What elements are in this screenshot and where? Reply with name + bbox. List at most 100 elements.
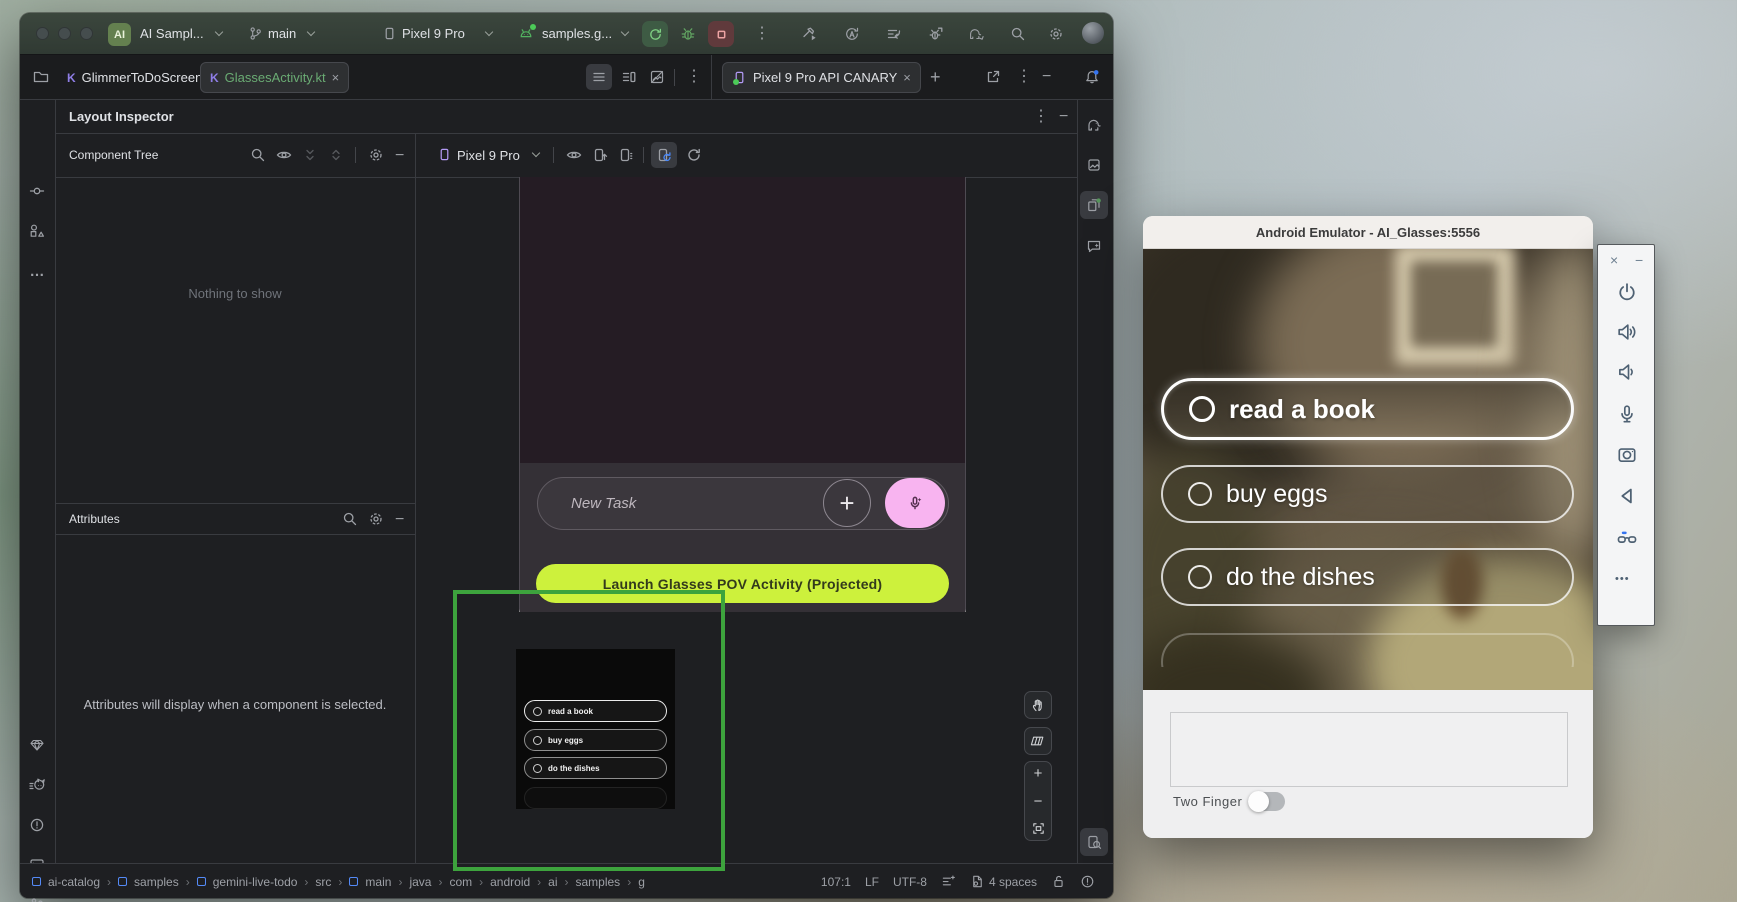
line-separator[interactable]: LF	[865, 875, 879, 889]
view-list-icon[interactable]	[586, 64, 612, 90]
radio-icon[interactable]	[1188, 565, 1212, 589]
view-preview-off-icon[interactable]	[644, 64, 670, 90]
camera-icon[interactable]	[1616, 443, 1638, 465]
hide-attributes-icon[interactable]: −	[395, 512, 404, 528]
microphone-icon[interactable]	[1616, 403, 1638, 425]
hide-device-panel-icon[interactable]: −	[1042, 69, 1051, 85]
back-icon[interactable]	[1616, 485, 1638, 507]
device-panel-kebab-icon[interactable]: ⋮	[1016, 69, 1032, 85]
branch-selector[interactable]: main	[268, 26, 296, 41]
rerun-button[interactable]	[642, 21, 668, 47]
todo-item[interactable]: do the dishes	[1161, 548, 1574, 606]
hide-panel-icon[interactable]: −	[1059, 109, 1068, 125]
expand-all-icon[interactable]	[297, 142, 323, 168]
file-encoding[interactable]: UTF-8	[893, 875, 927, 889]
layout-inspector-tool-icon[interactable]	[1080, 828, 1108, 856]
indent-style-icon[interactable]	[941, 874, 956, 889]
divider	[415, 133, 416, 863]
device-selector[interactable]: Pixel 9 Pro	[402, 26, 465, 41]
add-device-icon[interactable]: +	[930, 68, 941, 86]
notifications-bell-icon[interactable]	[1078, 63, 1106, 91]
commit-tool-icon[interactable]	[23, 177, 51, 205]
debug-button[interactable]	[680, 26, 696, 42]
touchpad-area[interactable]	[1170, 712, 1568, 787]
toggle-overlay-eye-icon[interactable]	[561, 142, 587, 168]
apply-code-changes-icon[interactable]	[886, 26, 902, 42]
two-finger-toggle[interactable]	[1248, 792, 1285, 811]
event-log-alert-icon[interactable]	[1080, 874, 1095, 889]
lock-open-icon[interactable]	[1051, 874, 1066, 889]
stop-button[interactable]	[708, 21, 734, 47]
volume-down-icon[interactable]	[1616, 361, 1638, 383]
radio-icon[interactable]	[1189, 396, 1215, 422]
left-tool-strip: …	[20, 100, 55, 863]
search-everywhere-icon[interactable]	[1010, 26, 1026, 42]
smart-glasses-icon[interactable]	[1616, 527, 1638, 549]
gemini-chat-icon[interactable]	[1080, 232, 1108, 260]
attributes-search-icon[interactable]	[337, 506, 363, 532]
gradle-sync-icon[interactable]	[968, 26, 984, 42]
voice-input-button[interactable]	[885, 478, 945, 528]
snapshot-list-icon[interactable]	[613, 142, 639, 168]
running-devices-tool-icon[interactable]	[1080, 191, 1108, 219]
collapse-all-icon[interactable]	[323, 142, 349, 168]
toggle-3d-view-icon[interactable]	[1024, 727, 1052, 755]
add-task-button[interactable]: +	[823, 479, 871, 527]
indent-widget[interactable]: 4 spaces	[970, 874, 1037, 889]
build-run-icon[interactable]	[802, 26, 818, 42]
user-avatar[interactable]	[1082, 22, 1104, 44]
emulator-titlebar[interactable]: Android Emulator - AI_Glasses:5556	[1143, 216, 1593, 249]
gradle-tool-icon[interactable]	[1080, 111, 1108, 139]
editor-tab-label: GlimmerToDoScreen.kt	[82, 70, 216, 85]
hide-tree-icon[interactable]: −	[395, 148, 404, 164]
logcat-icon[interactable]	[23, 771, 51, 799]
more-tools-icon[interactable]: …	[23, 257, 51, 285]
zoom-out-icon[interactable]: −	[1034, 794, 1043, 809]
close-window-icon[interactable]	[36, 27, 49, 40]
run-more-kebab-icon[interactable]: ⋮	[754, 26, 770, 42]
apply-changes-icon[interactable]	[844, 26, 860, 42]
settings-gear-icon[interactable]	[1048, 26, 1064, 42]
todo-item[interactable]: buy eggs	[1161, 465, 1574, 523]
device-explorer-icon[interactable]	[1080, 151, 1108, 179]
project-folder-icon[interactable]	[28, 64, 54, 90]
open-in-window-icon[interactable]	[980, 64, 1006, 90]
caret-position[interactable]: 107:1	[821, 875, 851, 889]
chevron-down-icon	[621, 28, 629, 36]
panel-close-icon[interactable]: ×	[1610, 253, 1618, 267]
close-tab-icon[interactable]: ×	[332, 71, 340, 84]
run-configuration-selector[interactable]: samples.g...	[542, 26, 612, 41]
editor-options-kebab-icon[interactable]: ⋮	[686, 69, 702, 85]
attach-debugger-icon[interactable]	[928, 26, 944, 42]
refresh-icon[interactable]	[681, 142, 707, 168]
minimize-window-icon[interactable]	[58, 27, 71, 40]
running-device-tab[interactable]: Pixel 9 Pro API CANARY ×	[722, 62, 921, 93]
panel-minimize-icon[interactable]: −	[1635, 253, 1643, 267]
phone-screen-render[interactable]: New Task + Launch Glasses POV Activity (…	[519, 177, 966, 612]
export-snapshot-icon[interactable]	[587, 142, 613, 168]
todo-item-selected[interactable]: read a book	[1161, 378, 1574, 440]
radio-icon[interactable]	[1188, 482, 1212, 506]
inspector-device-picker[interactable]: Pixel 9 Pro	[457, 148, 520, 163]
project-selector[interactable]: AI Sampl...	[140, 26, 204, 41]
zoom-fit-icon[interactable]	[1031, 821, 1046, 836]
tree-settings-gear-icon[interactable]	[363, 142, 389, 168]
editor-tab-glassesactivity[interactable]: K GlassesActivity.kt ×	[200, 62, 349, 93]
tree-visibility-icon[interactable]	[271, 142, 297, 168]
pan-hand-icon[interactable]	[1024, 691, 1052, 719]
panel-options-kebab-icon[interactable]: ⋮	[1033, 109, 1049, 125]
app-insights-gem-icon[interactable]	[23, 731, 51, 759]
volume-up-icon[interactable]	[1616, 321, 1638, 343]
zoom-in-icon[interactable]: +	[1034, 766, 1043, 781]
attributes-gear-icon[interactable]	[363, 506, 389, 532]
live-updates-icon[interactable]	[651, 142, 677, 168]
problems-icon[interactable]	[23, 811, 51, 839]
close-device-tab-icon[interactable]: ×	[903, 71, 911, 84]
maximize-window-icon[interactable]	[80, 27, 93, 40]
structure-tool-icon[interactable]	[23, 217, 51, 245]
view-split-icon[interactable]	[616, 64, 642, 90]
tree-search-icon[interactable]	[245, 142, 271, 168]
more-controls-icon[interactable]: •••	[1615, 573, 1630, 585]
power-icon[interactable]	[1616, 281, 1638, 303]
emulator-camera-view[interactable]: read a book buy eggs do the dishes	[1143, 249, 1593, 690]
